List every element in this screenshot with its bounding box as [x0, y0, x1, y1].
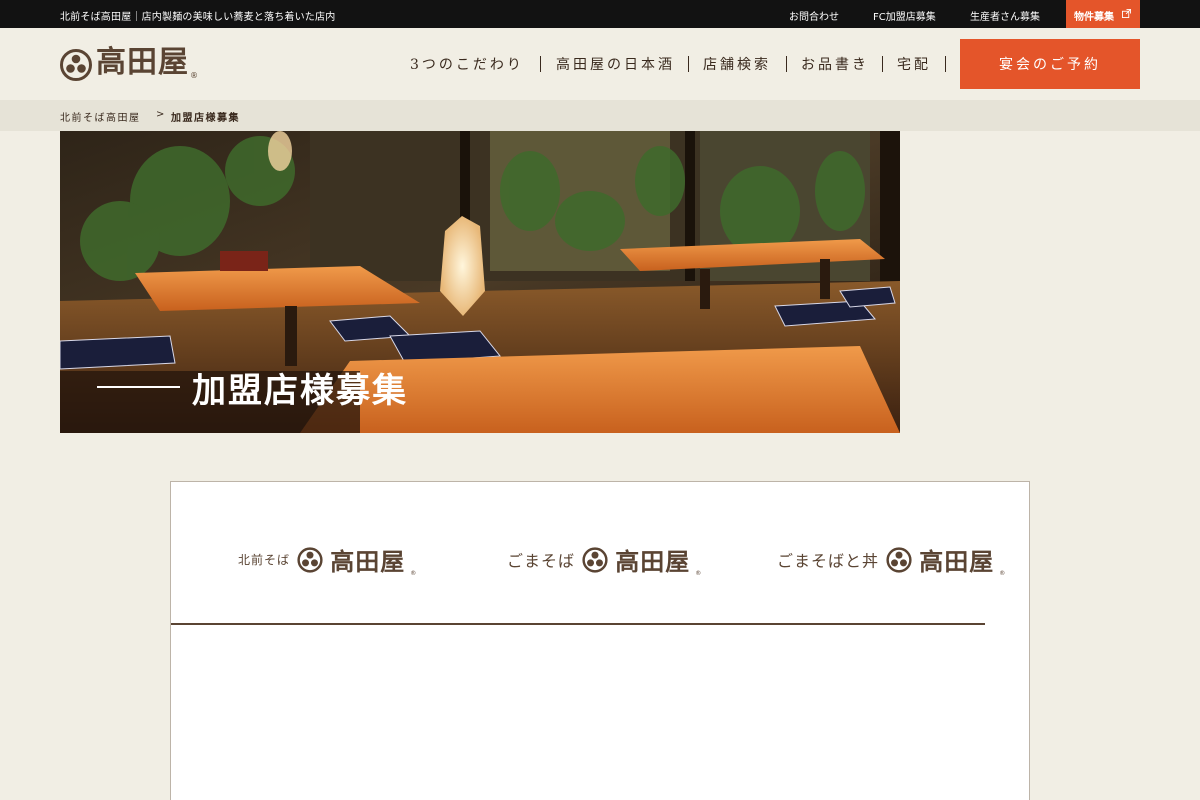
nav-delivery[interactable]: 宅配 [897, 54, 931, 74]
nav-divider [688, 56, 689, 72]
registered-mark: ® [999, 570, 1006, 577]
hero-title: 加盟店様募集 [192, 371, 408, 411]
nav-store-search[interactable]: 店舗検索 [703, 54, 771, 74]
logo-wordmark: 高田屋 [96, 45, 189, 80]
site-logo[interactable]: 高田屋 ® [60, 45, 200, 83]
producer-recruit-link[interactable]: 生産者さん募集 [970, 8, 1040, 23]
property-recruit-button[interactable]: 物件募集 [1066, 0, 1140, 28]
nav-divider [786, 56, 787, 72]
brand-name: 高田屋 [919, 547, 995, 576]
breadcrumb-separator: > [156, 109, 166, 120]
three-circles-crest-icon [886, 546, 912, 573]
registered-mark: ® [695, 570, 702, 577]
brand-logo-goma-soba-don: ごまそばと丼 高田屋 ® [777, 542, 1006, 577]
registered-mark: ® [190, 71, 198, 80]
top-utility-bar: 北前そば高田屋｜店内製麺の美味しい蕎麦と落ち着いた店内 お問合わせ FC加盟店募… [0, 0, 1200, 28]
brand-logo-row: 北前そば 高田屋 ® ごまそば 高田屋 ® ごまそばと丼 高田屋 ® [171, 482, 1029, 624]
three-circles-crest-icon [582, 546, 608, 573]
nav-sake[interactable]: 高田屋の日本酒 [556, 54, 675, 74]
nav-divider [945, 56, 946, 72]
breadcrumb-current: 加盟店様募集 [171, 113, 240, 124]
external-link-icon [1122, 9, 1131, 18]
nav-divider [882, 56, 883, 72]
hero-title-rule [97, 386, 180, 388]
brand-divider [171, 623, 985, 625]
nav-menu[interactable]: お品書き [801, 54, 869, 74]
brand-prefix: 北前そば [238, 553, 291, 567]
brand-logo-kitamae-soba: 北前そば 高田屋 ® [238, 542, 417, 577]
brand-prefix: ごまそば [507, 551, 576, 571]
brand-name: 高田屋 [330, 547, 406, 576]
hero-banner: 加盟店様募集 [60, 131, 900, 433]
nav-kodawari[interactable]: 3つのこだわり [410, 54, 524, 74]
three-circles-crest-icon [297, 546, 323, 573]
contact-link[interactable]: お問合わせ [789, 8, 839, 23]
registered-mark: ® [410, 570, 417, 577]
breadcrumb: 北前そば高田屋 > 加盟店様募集 [0, 100, 1200, 131]
brand-name: 高田屋 [615, 547, 691, 576]
breadcrumb-home-link[interactable]: 北前そば高田屋 [60, 109, 141, 124]
fc-recruit-link[interactable]: FC加盟店募集 [873, 8, 936, 23]
brand-prefix: ごまそばと丼 [777, 551, 880, 571]
three-circles-crest-icon [60, 49, 92, 81]
restaurant-interior-photo [60, 131, 900, 433]
site-header: 高田屋 ® 3つのこだわり 高田屋の日本酒 店舗検索 お品書き 宅配 宴会のご予… [0, 28, 1200, 100]
banquet-reservation-button[interactable]: 宴会のご予約 [960, 39, 1140, 89]
site-tagline: 北前そば高田屋｜店内製麺の美味しい蕎麦と落ち着いた店内 [60, 12, 336, 23]
nav-divider [540, 56, 541, 72]
brand-logo-goma-soba: ごまそば 高田屋 ® [507, 542, 702, 577]
property-recruit-label: 物件募集 [1074, 12, 1114, 23]
brand-panel: 北前そば 高田屋 ® ごまそば 高田屋 ® ごまそばと丼 高田屋 ® [170, 481, 1030, 800]
